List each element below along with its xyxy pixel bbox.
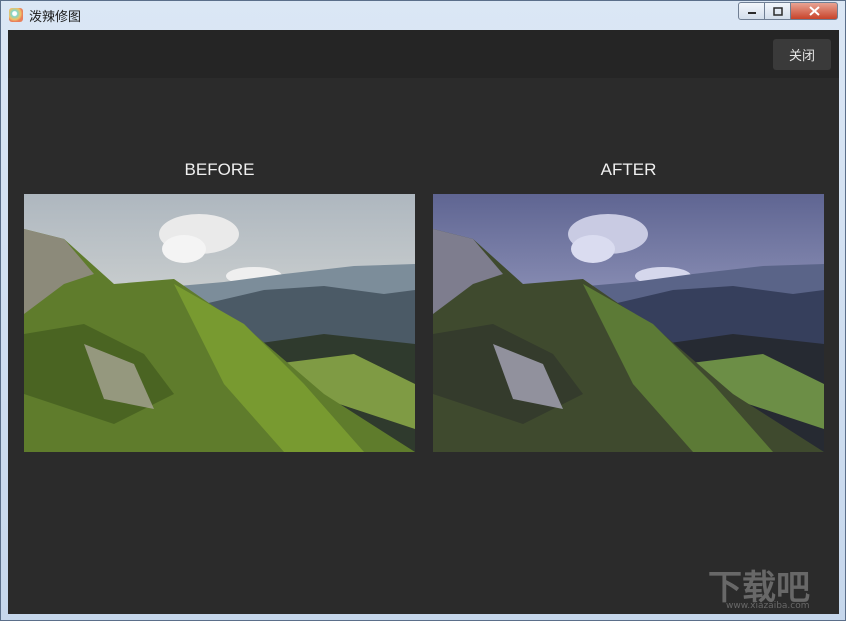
after-photo	[433, 194, 824, 452]
watermark-url: www.xiazaiba.com	[726, 601, 810, 611]
window-title: 泼辣修图	[29, 10, 82, 25]
close-icon	[808, 6, 820, 16]
maximize-icon	[772, 6, 783, 16]
after-label: AFTER	[600, 160, 657, 179]
close-button[interactable]: 关闭	[773, 39, 831, 70]
app-window: 泼辣修图 关闭 BEFORE AFTER 下载吧 www.xiazaiba.co…	[0, 0, 846, 621]
title-bar[interactable]: 泼辣修图	[1, 1, 845, 30]
minimize-button[interactable]	[738, 2, 765, 20]
top-bar: 关闭	[8, 30, 839, 78]
maximize-button[interactable]	[764, 2, 791, 20]
window-close-button[interactable]	[790, 2, 838, 20]
minimize-icon	[747, 12, 756, 14]
app-logo-icon	[9, 8, 23, 22]
before-photo	[24, 194, 415, 452]
before-label: BEFORE	[184, 160, 255, 179]
compare-view: 关闭 BEFORE AFTER 下载吧 www.xiazaiba.com	[8, 30, 839, 614]
